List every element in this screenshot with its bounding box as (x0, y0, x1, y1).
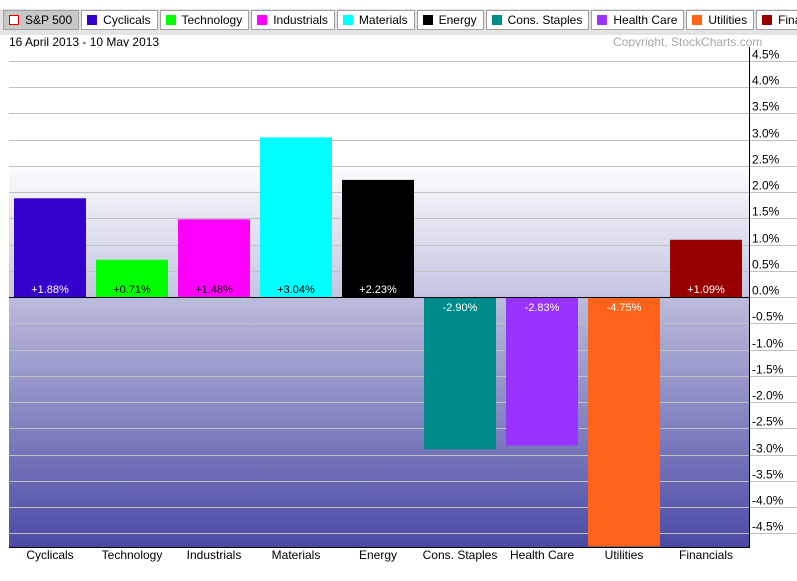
y-tick-label: 4.5% (752, 48, 780, 62)
data-label: +0.71% (113, 284, 151, 296)
y-tick-label: 2.5% (752, 153, 780, 167)
x-category-label: Industrials (187, 548, 242, 562)
y-tick-label: 3.0% (752, 127, 780, 141)
bar (588, 297, 660, 547)
y-tick-label: -2.0% (752, 389, 784, 403)
y-tick-label: -3.5% (752, 468, 784, 482)
y-tick-label: 1.0% (752, 232, 780, 246)
data-label: +1.88% (31, 284, 69, 296)
y-tick-label: -0.5% (752, 310, 784, 324)
chart: +1.88% +0.71% +1.48% +3.04% +2.23% -2.90% -2.8… (9, 47, 797, 562)
x-category-label: Utilities (605, 548, 644, 562)
y-tick-label: 3.5% (752, 100, 780, 114)
y-tick-label: 1.5% (752, 205, 780, 219)
bar (424, 297, 496, 450)
data-label: -2.83% (525, 302, 560, 314)
y-tick-label: -4.5% (752, 520, 784, 534)
y-tick-label: -1.5% (752, 363, 784, 377)
y-tick-label: 0.0% (752, 284, 780, 298)
data-label: +3.04% (277, 284, 315, 296)
y-tick-label: 4.0% (752, 74, 780, 88)
bar (14, 198, 86, 297)
y-tick-label: -3.0% (752, 442, 784, 456)
data-label: +2.23% (359, 284, 397, 296)
data-label: -2.90% (443, 302, 478, 314)
data-label: +1.09% (687, 284, 725, 296)
data-label: +1.48% (195, 284, 233, 296)
x-category-label: Health Care (510, 548, 574, 562)
y-tick-label: 2.0% (752, 179, 780, 193)
y-tick-label: 0.5% (752, 258, 780, 272)
x-category-label: Energy (359, 548, 397, 562)
bar (506, 297, 578, 446)
data-label: -4.75% (607, 302, 642, 314)
y-tick-label: -2.5% (752, 415, 784, 429)
x-category-label: Materials (272, 548, 321, 562)
y-tick-label: -4.0% (752, 494, 784, 508)
bar (342, 179, 414, 297)
x-category-label: Cyclicals (26, 548, 73, 562)
x-category-label: Financials (679, 548, 733, 562)
x-category-label: Cons. Staples (423, 548, 498, 562)
y-tick-label: -1.0% (752, 337, 784, 351)
bar (260, 137, 332, 297)
x-category-label: Technology (102, 548, 163, 562)
